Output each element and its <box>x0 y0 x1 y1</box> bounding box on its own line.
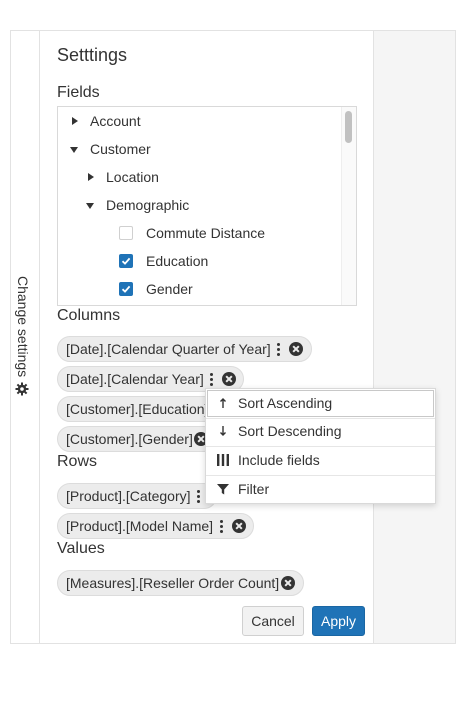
menu-item-include-fields[interactable]: Include fields <box>206 446 435 475</box>
values-label: Values <box>57 540 105 557</box>
tree-scrollbar[interactable] <box>341 107 356 305</box>
column-chip-education[interactable]: [Customer].[Education] <box>57 396 217 422</box>
scrollbar-thumb[interactable] <box>345 111 352 143</box>
cancel-button[interactable]: Cancel <box>242 606 304 636</box>
chip-label: [Date].[Calendar Year] <box>66 371 204 387</box>
tree-item-customer[interactable]: Customer <box>58 135 342 163</box>
settings-title: Setttings <box>57 45 128 65</box>
fields-label: Fields <box>57 84 100 101</box>
collapse-arrow-icon[interactable] <box>70 147 78 153</box>
column-chip-quarter[interactable]: [Date].[Calendar Quarter of Year] <box>57 336 312 362</box>
row-chip-model-name[interactable]: [Product].[Model Name] <box>57 513 254 539</box>
more-vertical-icon[interactable] <box>277 343 281 357</box>
row-chip-category[interactable]: [Product].[Category] <box>57 483 217 509</box>
checkmark-icon <box>121 285 131 293</box>
arrow-down-icon <box>220 426 226 436</box>
tree-item-label: Gender <box>146 281 193 297</box>
menu-item-sort-ascending[interactable]: Sort Ascending <box>206 389 435 418</box>
arrow-up-icon <box>220 398 226 408</box>
tree-item-label: Demographic <box>106 197 190 213</box>
chip-label: [Date].[Calendar Quarter of Year] <box>66 341 271 357</box>
remove-icon[interactable] <box>232 519 246 533</box>
checkmark-icon <box>121 257 131 265</box>
menu-item-label: Sort Ascending <box>238 395 333 411</box>
column-chip-gender[interactable]: [Customer].[Gender] <box>57 426 217 452</box>
more-vertical-icon[interactable] <box>210 373 214 387</box>
education-checkbox[interactable] <box>119 254 133 268</box>
chip-label: [Customer].[Gender] <box>66 431 193 447</box>
columns-label: Columns <box>57 307 121 324</box>
chip-label: [Product].[Category] <box>66 488 191 504</box>
apply-button[interactable]: Apply <box>312 606 365 636</box>
more-vertical-icon[interactable] <box>220 520 224 534</box>
chip-label: [Product].[Model Name] <box>66 518 214 534</box>
tree-item-education[interactable]: Education <box>58 247 342 275</box>
tree-item-commute-distance[interactable]: Commute Distance <box>58 219 342 247</box>
gender-checkbox[interactable] <box>119 282 133 296</box>
tree-item-label: Account <box>90 113 141 129</box>
change-settings-label: Change settings <box>15 276 31 378</box>
tree-item-label: Commute Distance <box>146 225 266 241</box>
menu-item-label: Sort Descending <box>238 423 342 439</box>
rows-label: Rows <box>57 453 98 470</box>
menu-item-filter[interactable]: Filter <box>206 475 435 504</box>
tree-item-account[interactable]: Account <box>58 107 342 135</box>
chip-label: [Customer].[Education] <box>66 401 209 417</box>
menu-item-sort-descending[interactable]: Sort Descending <box>206 417 435 446</box>
tree-item-label: Education <box>146 253 209 269</box>
fields-tree[interactable]: Account Customer Location Demographic Co… <box>57 106 357 306</box>
remove-icon[interactable] <box>222 372 236 386</box>
columns-icon <box>217 454 229 466</box>
content-area <box>374 31 455 643</box>
collapse-arrow-icon[interactable] <box>86 203 94 209</box>
tree-item-location[interactable]: Location <box>58 163 342 191</box>
tree-item-gender[interactable]: Gender <box>58 275 342 303</box>
more-vertical-icon[interactable] <box>197 490 201 504</box>
commute-distance-checkbox[interactable] <box>119 226 133 240</box>
filter-icon <box>217 484 229 495</box>
expand-arrow-icon[interactable] <box>88 173 94 181</box>
change-settings-tab[interactable]: Change settings <box>15 276 31 400</box>
tree-item-label: Location <box>106 169 159 185</box>
chip-label: [Measures].[Reseller Order Count] <box>66 575 280 591</box>
gear-icon <box>15 382 29 396</box>
tree-item-demographic[interactable]: Demographic <box>58 191 342 219</box>
chip-context-menu: Sort Ascending Sort Descending Include f… <box>205 388 436 504</box>
tree-item-label: Customer <box>90 141 151 157</box>
remove-icon[interactable] <box>281 576 295 590</box>
remove-icon[interactable] <box>289 342 303 356</box>
expand-arrow-icon[interactable] <box>72 117 78 125</box>
value-chip-reseller-order-count[interactable]: [Measures].[Reseller Order Count] <box>57 570 304 596</box>
menu-item-label: Filter <box>238 481 270 497</box>
menu-item-label: Include fields <box>238 452 320 468</box>
